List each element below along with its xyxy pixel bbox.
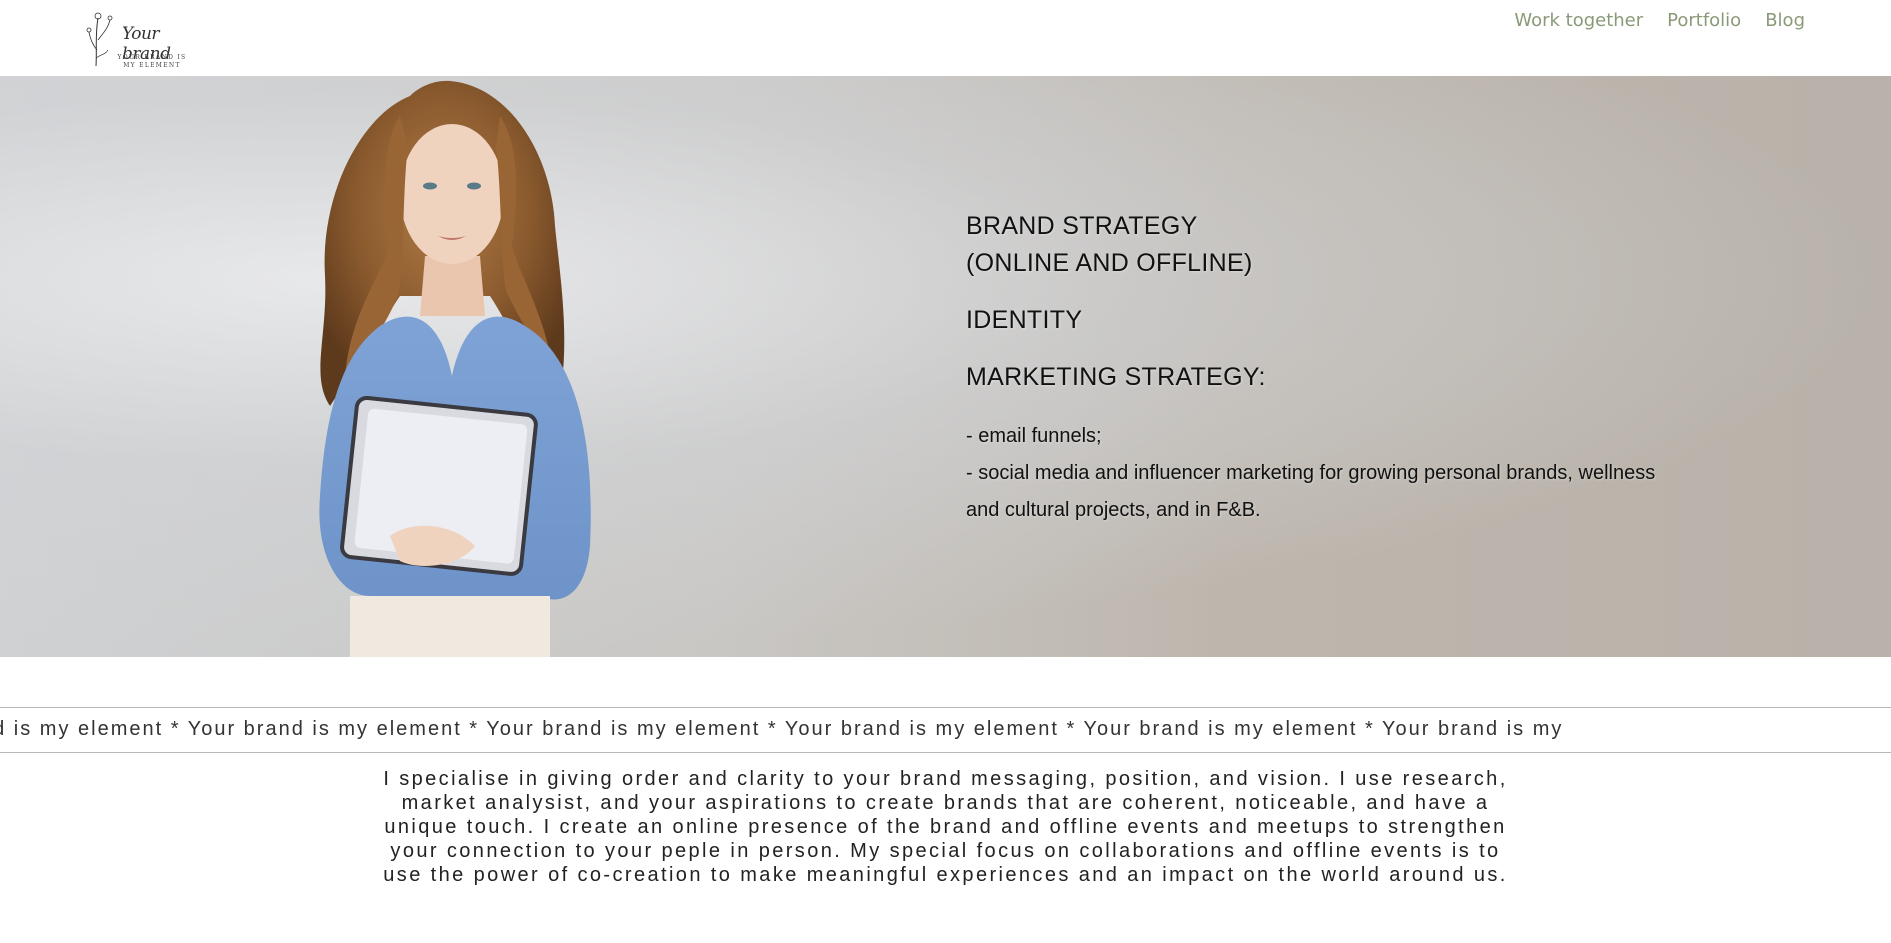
list-item-email-funnels: - email funnels; bbox=[966, 425, 1102, 447]
hero-services-text: BRAND STRATEGY (ONLINE AND OFFLINE) IDEN… bbox=[966, 208, 1766, 529]
about-paragraph: I specialise in giving order and clarity… bbox=[383, 768, 1508, 886]
brand-logo[interactable]: Your brand YOUR BRAND IS MY ELEMENT bbox=[86, 10, 196, 70]
marquee-text: nd is my element * Your brand is my elem… bbox=[0, 718, 1564, 740]
nav-link-blog[interactable]: Blog bbox=[1765, 10, 1805, 31]
marketing-list: - email funnels; - social media and infl… bbox=[966, 418, 1766, 529]
heading-marketing-strategy: MARKETING STRATEGY: bbox=[966, 363, 1266, 391]
logo-tagline: YOUR BRAND IS MY ELEMENT bbox=[117, 54, 187, 69]
heading-brand-strategy: BRAND STRATEGY bbox=[966, 212, 1198, 240]
heading-identity: IDENTITY bbox=[966, 306, 1083, 334]
main-nav: Work together Portfolio Blog bbox=[1514, 10, 1805, 31]
hero-portrait-image bbox=[319, 80, 591, 657]
hero-section: BRAND STRATEGY (ONLINE AND OFFLINE) IDEN… bbox=[0, 76, 1891, 657]
heading-online-offline: (ONLINE AND OFFLINE) bbox=[966, 249, 1253, 277]
site-header: Your brand YOUR BRAND IS MY ELEMENT Work… bbox=[0, 0, 1891, 76]
nav-link-portfolio[interactable]: Portfolio bbox=[1667, 10, 1741, 31]
list-item-social-media-line2: and cultural projects, and in F&B. bbox=[966, 499, 1261, 521]
nav-link-work-together[interactable]: Work together bbox=[1514, 10, 1643, 31]
tagline-marquee: nd is my element * Your brand is my elem… bbox=[0, 707, 1891, 753]
list-item-social-media-line1: - social media and influencer marketing … bbox=[966, 462, 1656, 484]
